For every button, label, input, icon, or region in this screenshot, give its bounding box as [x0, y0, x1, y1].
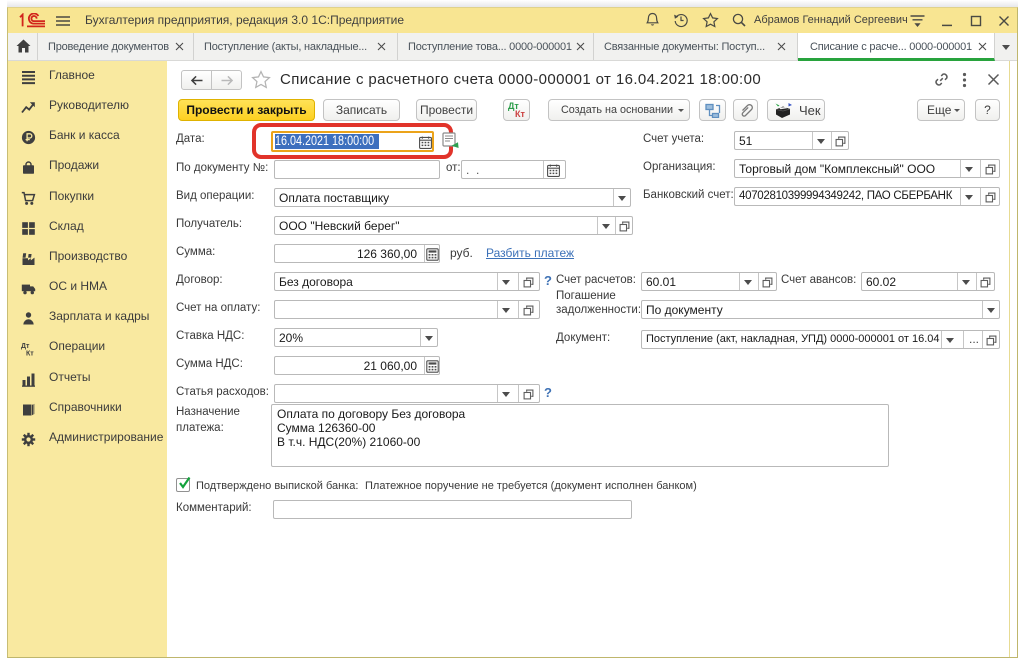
svg-text:Дт: Дт [21, 343, 30, 350]
svg-text:Кт: Кт [26, 350, 34, 356]
